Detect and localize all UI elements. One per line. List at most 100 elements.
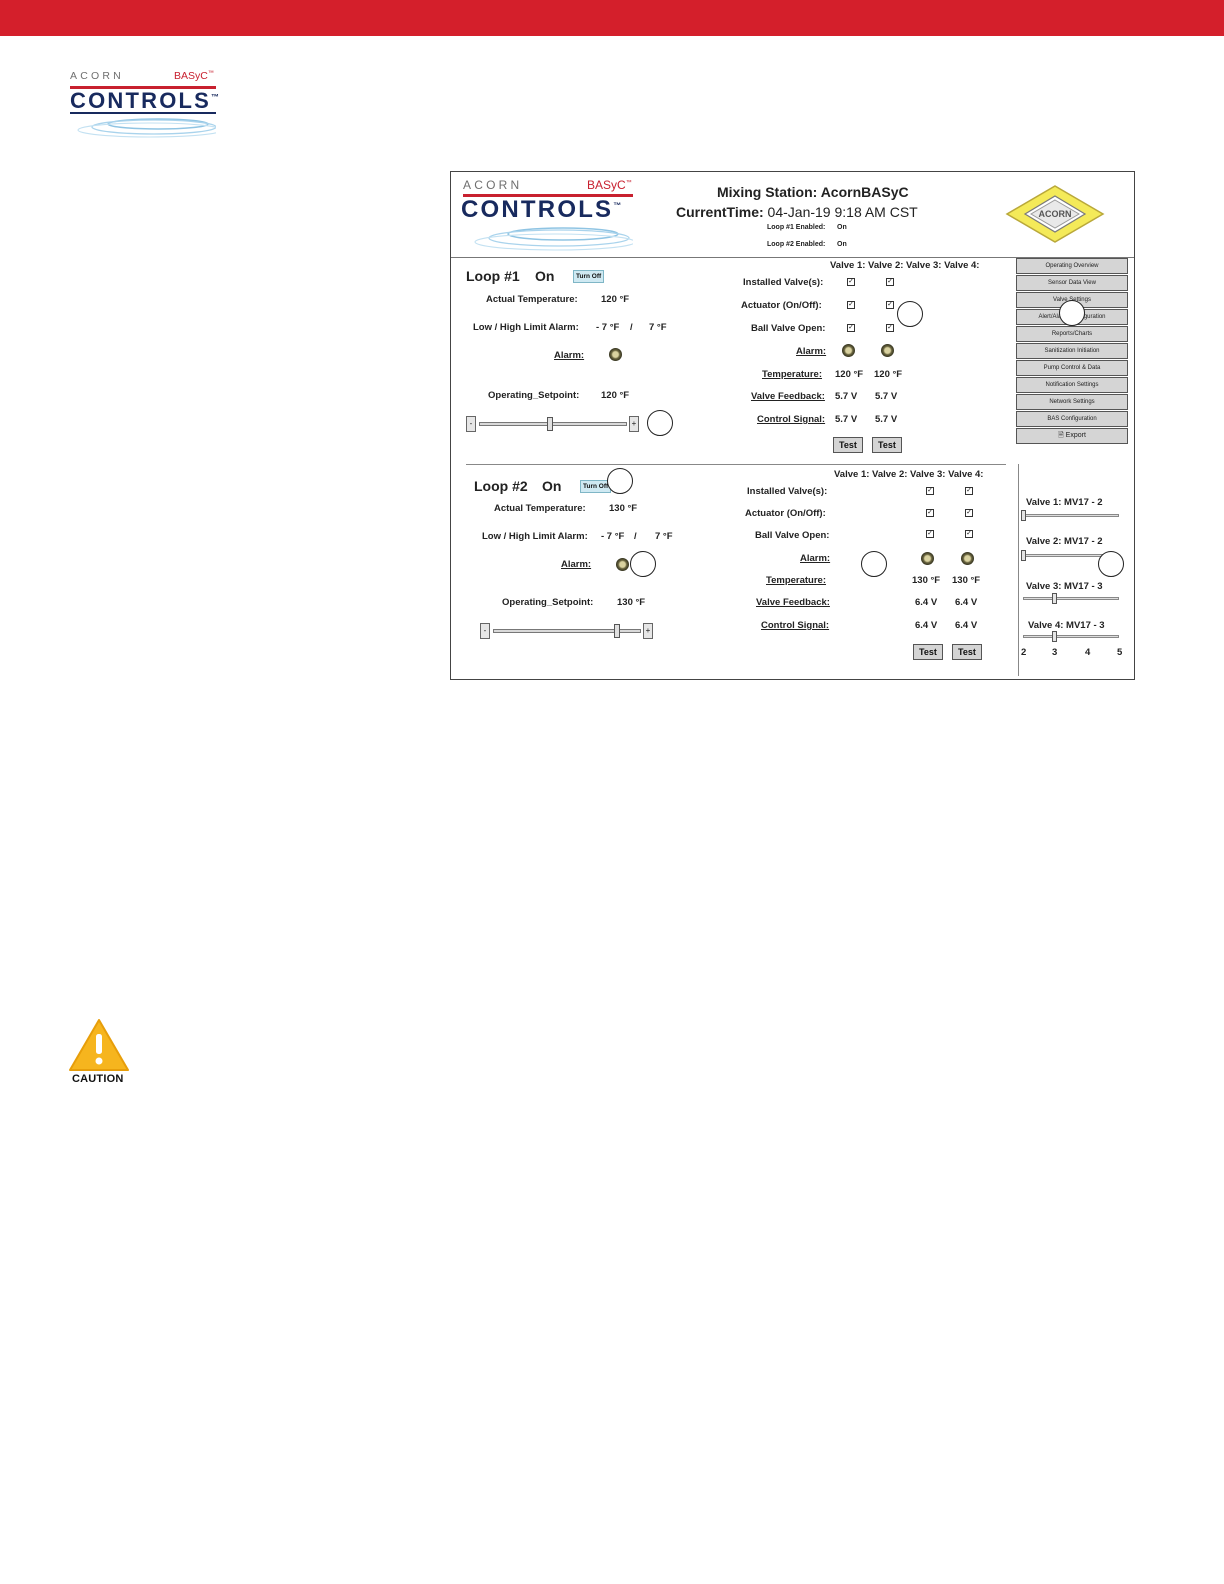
loop-divider <box>466 464 1006 465</box>
nav-notification-settings[interactable]: Notification Settings <box>1016 377 1128 393</box>
valve3-size-slider[interactable] <box>1023 597 1119 600</box>
nav-reports-charts[interactable]: Reports/Charts <box>1016 326 1128 342</box>
valve1-size-slider[interactable] <box>1023 514 1119 517</box>
loop2-v2-actuator-checkbox[interactable]: ✓ <box>965 509 973 517</box>
valve4-size-thumb[interactable] <box>1052 631 1057 642</box>
loop2-v1-actuator-checkbox[interactable]: ✓ <box>926 509 934 517</box>
loop1-setpoint-increase[interactable]: + <box>629 416 639 432</box>
loop1-v2-ball-checkbox[interactable]: ✓ <box>886 324 894 332</box>
loop1-v1-test-button[interactable]: Test <box>833 437 863 453</box>
loop2-v2-test-button[interactable]: Test <box>952 644 982 660</box>
screen-logo-basyc: BASyC™ <box>587 178 632 192</box>
loop2-alarm-label: Alarm: <box>561 559 592 570</box>
loop1-v2-actuator-checkbox[interactable]: ✓ <box>886 301 894 309</box>
caution-label: CAUTION <box>72 1073 124 1085</box>
loop2-v1-test-button[interactable]: Test <box>913 644 943 660</box>
loop2-v2-ball-checkbox[interactable]: ✓ <box>965 530 973 538</box>
loop1-setpoint-label: Operating_Setpoint: <box>488 390 580 401</box>
callout-circle <box>861 551 887 577</box>
loop1-setpoint-decrease[interactable]: - <box>466 416 476 432</box>
valve2-size-thumb[interactable] <box>1021 550 1026 561</box>
nav-sanitization-initiation[interactable]: Sanitization Initiation <box>1016 343 1128 359</box>
loop1-v2-test-button[interactable]: Test <box>872 437 902 453</box>
header-band <box>0 0 1224 36</box>
valve4-size-slider[interactable] <box>1023 635 1119 638</box>
callout-circle <box>607 468 633 494</box>
loop1-limit-label: Low / High Limit Alarm: <box>473 322 579 333</box>
nav-export[interactable]: 🗎 Export <box>1016 428 1128 444</box>
loop2-ball-label: Ball Valve Open: <box>755 530 830 541</box>
callout-circle <box>1098 551 1124 577</box>
loop2-temperature-label: Temperature: <box>766 575 827 586</box>
loop2-control-label: Control Signal: <box>761 620 830 631</box>
loop2-limit-label: Low / High Limit Alarm: <box>482 531 588 542</box>
loop1-actuator-label: Actuator (On/Off): <box>741 300 822 311</box>
loop1-alarm-row-label: Alarm: <box>796 346 827 357</box>
loop1-feedback-label: Valve Feedback: <box>751 391 825 402</box>
basyc-screen: ACORN BASyC™ CONTROLS™ Mixing Station: A… <box>450 171 1135 680</box>
valve-size-divider <box>1018 464 1019 676</box>
loop2-setpoint-decrease[interactable]: - <box>480 623 490 639</box>
loop2-feedback-label: Valve Feedback: <box>756 597 830 608</box>
loop1-setpoint-thumb[interactable] <box>547 417 554 431</box>
loop2-alarm-lamp <box>616 558 629 571</box>
nav-operating-overview[interactable]: Operating Overview <box>1016 258 1128 274</box>
size-scale-3: 3 <box>1052 647 1058 658</box>
loop2-enabled-value: On <box>837 241 847 248</box>
loop1-v1-ball-checkbox[interactable]: ✓ <box>847 324 855 332</box>
loop1-state: On <box>535 268 555 284</box>
loop1-title: Loop #1 <box>466 268 520 284</box>
loop2-v1-control: 6.4 V <box>915 620 938 631</box>
export-icon: 🗎 <box>1058 432 1064 439</box>
screen-logo-waves-icon <box>474 227 633 251</box>
valve3-size-thumb[interactable] <box>1052 593 1057 604</box>
loop1-v2-control: 5.7 V <box>875 414 898 425</box>
loop2-v1-installed-checkbox[interactable]: ✓ <box>926 487 934 495</box>
callout-circle <box>647 410 673 436</box>
screen-logo-controls: CONTROLS™ <box>461 196 622 223</box>
loop1-v1-feedback: 5.7 V <box>835 391 858 402</box>
loop1-v1-installed-checkbox[interactable]: ✓ <box>847 278 855 286</box>
loop1-installed-label: Installed Valve(s): <box>743 277 824 288</box>
loop1-ball-label: Ball Valve Open: <box>751 323 826 334</box>
loop1-setpoint-value: 120 °F <box>601 390 630 401</box>
loop1-v1-actuator-checkbox[interactable]: ✓ <box>847 301 855 309</box>
loop2-installed-label: Installed Valve(s): <box>747 486 828 497</box>
loop2-setpoint-increase[interactable]: + <box>643 623 653 639</box>
loop1-v1-alarm-lamp <box>842 344 855 357</box>
loop2-setpoint-value: 130 °F <box>617 597 646 608</box>
loop1-v2-feedback: 5.7 V <box>875 391 898 402</box>
loop1-control-label: Control Signal: <box>757 414 826 425</box>
nav-network-settings[interactable]: Network Settings <box>1016 394 1128 410</box>
loop1-v1-temperature: 120 °F <box>835 369 864 380</box>
loop2-v1-ball-checkbox[interactable]: ✓ <box>926 530 934 538</box>
loop1-v1-control: 5.7 V <box>835 414 858 425</box>
loop1-alarm-label: Alarm: <box>554 350 585 361</box>
loop2-v2-temperature: 130 °F <box>952 575 981 586</box>
loop1-actual-temp-label: Actual Temperature: <box>486 294 578 305</box>
size-scale-5: 5 <box>1117 647 1123 658</box>
screen-logo-acorn: ACORN <box>463 178 523 192</box>
loop2-v2-installed-checkbox[interactable]: ✓ <box>965 487 973 495</box>
page-logo: ACORN BASyC™ CONTROLS™ <box>70 70 220 140</box>
loop2-v2-alarm-lamp <box>961 552 974 565</box>
loop2-setpoint-thumb[interactable] <box>613 624 620 638</box>
callout-circle <box>630 551 656 577</box>
callout-circle <box>897 301 923 327</box>
loop1-v2-installed-checkbox[interactable]: ✓ <box>886 278 894 286</box>
loop1-enabled-value: On <box>837 224 847 231</box>
loop1-valve-header: Valve 1: Valve 2: Valve 3: Valve 4: <box>830 260 980 271</box>
valve3-size-label: Valve 3: MV17 - 3 <box>1026 581 1103 592</box>
loop1-v2-alarm-lamp <box>881 344 894 357</box>
callout-circle <box>1059 300 1085 326</box>
logo-controls-text: CONTROLS™ <box>70 88 220 113</box>
logo-acorn-text: ACORN <box>70 70 124 82</box>
loop2-alarm-row-label: Alarm: <box>800 553 831 564</box>
nav-sensor-data-view[interactable]: Sensor Data View <box>1016 275 1128 291</box>
current-time: CurrentTime: 04-Jan-19 9:18 AM CST <box>676 204 918 220</box>
loop2-v1-alarm-lamp <box>921 552 934 565</box>
nav-bas-configuration[interactable]: BAS Configuration <box>1016 411 1128 427</box>
nav-pump-control-data[interactable]: Pump Control & Data <box>1016 360 1128 376</box>
loop1-turn-off-button[interactable]: Turn Off <box>573 270 605 283</box>
valve1-size-thumb[interactable] <box>1021 510 1026 521</box>
